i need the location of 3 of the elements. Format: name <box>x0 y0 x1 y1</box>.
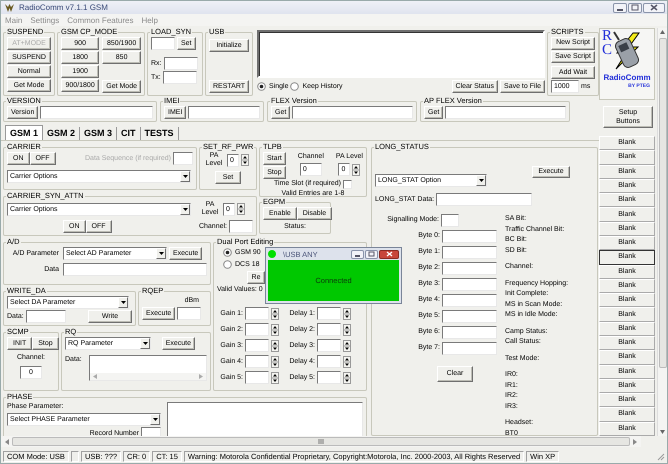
logo-letters: RC <box>602 29 614 57</box>
window-title: RadioComm v7.1.1 GSM <box>19 3 108 12</box>
logo-name: RadioComm <box>603 73 651 83</box>
